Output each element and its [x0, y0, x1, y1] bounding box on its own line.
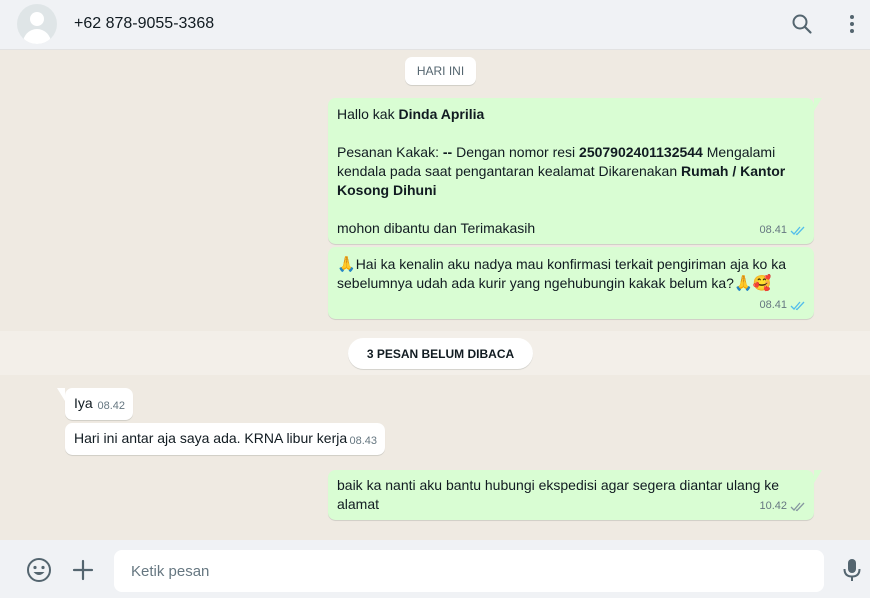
menu-icon[interactable] — [840, 12, 864, 36]
message-text: 🙏Hai ka kenalin aku nadya mau konfirmasi… — [337, 255, 805, 293]
message-text: Hari ini antar aja saya ada. KRNA libur … — [74, 430, 348, 446]
bubble-tail — [57, 388, 65, 401]
message-outgoing[interactable]: baik ka nanti aku bantu hubungi ekspedis… — [328, 470, 822, 520]
bubble-tail — [814, 470, 822, 483]
bubble-tail — [814, 98, 822, 111]
pray-emoji-icon: 🙏 — [337, 255, 356, 273]
tracking-number: 2507902401132544 — [579, 144, 703, 160]
time-label: 10.42 — [759, 500, 787, 512]
message-outgoing[interactable]: Hallo kak Dinda Aprilia Pesanan Kakak: -… — [328, 98, 822, 244]
message-input[interactable] — [114, 550, 824, 592]
text-part: Pesanan Kakak: — [337, 144, 443, 160]
avatar-head-shape — [30, 12, 44, 26]
customer-name: Dinda Aprilia — [398, 106, 485, 122]
avatar-body-shape — [23, 29, 51, 44]
message-text: baik ka nanti aku bantu hubungi ekspedis… — [337, 477, 780, 512]
attach-plus-icon[interactable] — [70, 557, 96, 583]
message-time: 10.42 — [759, 497, 806, 516]
microphone-icon[interactable] — [839, 557, 865, 583]
message-incoming[interactable]: Iya 08.42 — [57, 388, 133, 420]
chat-panel[interactable]: HARI INI Hallo kak Dinda Aprilia Pesanan… — [0, 51, 870, 540]
double-check-icon — [790, 502, 805, 512]
greeting-prefix: Hallo kak — [337, 106, 399, 122]
search-icon[interactable] — [790, 12, 814, 36]
time-label: 08.42 — [97, 400, 125, 412]
time-label: 08.43 — [349, 435, 377, 447]
date-separator: HARI INI — [405, 57, 476, 85]
smiling-hearts-emoji-icon: 🥰 — [752, 274, 772, 292]
time-label: 08.41 — [759, 299, 787, 311]
text-part: Hai ka kenalin aku nadya mau konfirmasi … — [337, 256, 787, 291]
message-time: 08.41 — [759, 221, 806, 240]
message-time: 08.42 — [97, 397, 125, 416]
emoji-icon[interactable] — [26, 557, 52, 583]
double-check-icon — [790, 226, 805, 236]
contact-name[interactable]: +62 878-9055-3368 — [74, 15, 214, 33]
chat-header: +62 878-9055-3368 — [0, 0, 870, 50]
text-bold-part: -- — [442, 144, 453, 160]
message-time: 08.43 — [349, 432, 377, 451]
compose-bar — [0, 540, 870, 598]
message-incoming[interactable]: Hari ini antar aja saya ada. KRNA libur … — [65, 423, 385, 455]
time-label: 08.41 — [759, 224, 787, 236]
message-text: mohon dibantu dan Terimakasih — [337, 220, 536, 236]
message-text: Iya — [74, 395, 93, 411]
unread-messages-separator: 3 PESAN BELUM DIBACA — [348, 338, 533, 369]
double-check-icon — [790, 301, 805, 311]
message-text: Pesanan Kakak: -- Dengan nomor resi 2507… — [337, 143, 805, 200]
avatar[interactable] — [17, 4, 57, 44]
message-text: Hallo kak Dinda Aprilia — [337, 105, 805, 124]
message-time: 08.41 — [759, 296, 806, 315]
text-part: Dengan nomor resi — [452, 144, 580, 160]
pray-emoji-icon: 🙏 — [733, 274, 753, 292]
message-outgoing[interactable]: 🙏Hai ka kenalin aku nadya mau konfirmasi… — [328, 247, 814, 319]
